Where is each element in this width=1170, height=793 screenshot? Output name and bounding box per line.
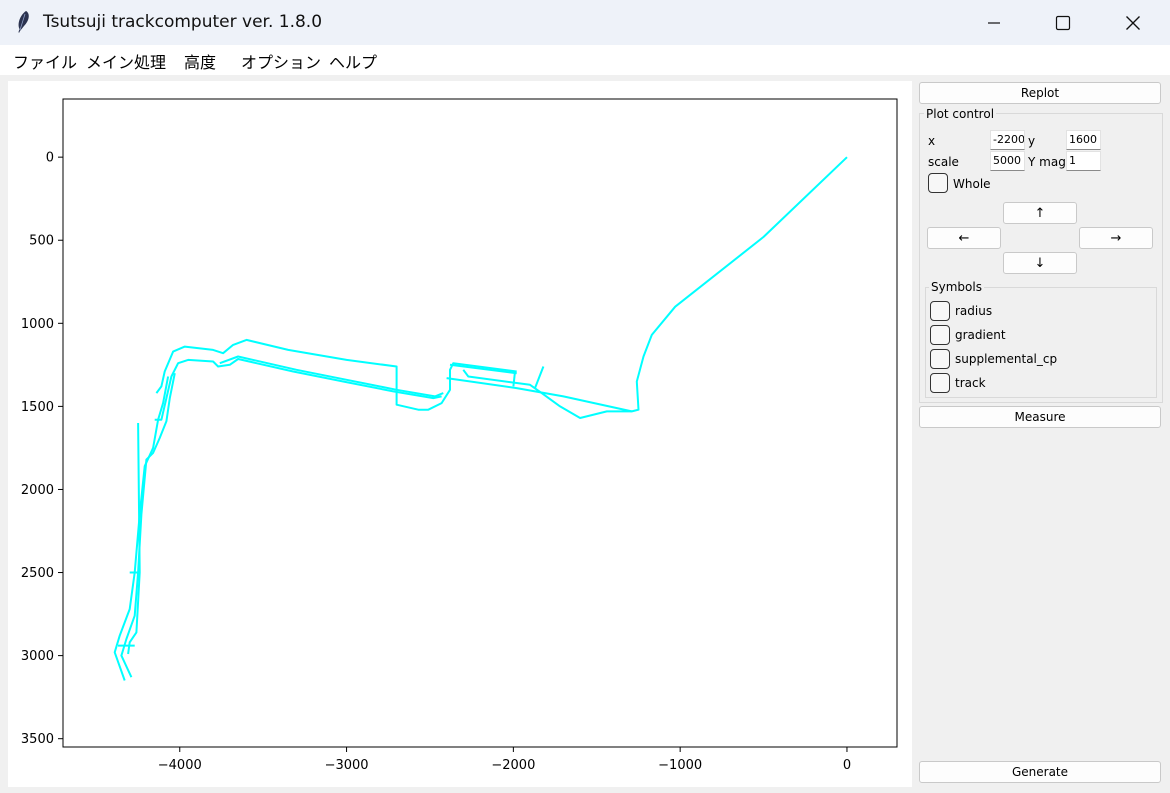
y-tick-label: 500 — [29, 234, 54, 249]
close-button[interactable] — [1105, 0, 1161, 45]
x-axis-ticks: −4000 −3000 −2000 −1000 0 — [158, 747, 851, 773]
x-tick-label: −3000 — [325, 758, 369, 773]
whole-label: Whole — [953, 177, 991, 191]
y-tick-label: 3500 — [21, 732, 54, 747]
x-field[interactable]: -2200 — [990, 130, 1025, 150]
pan-down-button[interactable]: ↓ — [1003, 252, 1077, 274]
y-tick-label: 3000 — [21, 649, 54, 664]
menu-main-process[interactable]: メイン処理 — [86, 49, 166, 73]
measure-button[interactable]: Measure — [919, 406, 1161, 428]
menu-file[interactable]: ファイル — [13, 49, 77, 73]
radius-checkbox[interactable] — [930, 301, 950, 321]
minimize-icon — [988, 21, 1000, 24]
y-tick-label: 2500 — [21, 566, 54, 581]
y-tick-label: 0 — [46, 151, 54, 166]
pan-left-button[interactable]: ← — [927, 227, 1001, 249]
x-tick-label: −4000 — [158, 758, 202, 773]
menu-altitude[interactable]: 高度 — [184, 49, 216, 73]
gradient-checkbox[interactable] — [930, 325, 950, 345]
whole-checkbox[interactable] — [928, 173, 948, 193]
pan-up-button[interactable]: ↑ — [1003, 202, 1077, 224]
plot-axes-frame — [62, 98, 898, 748]
feather-icon — [18, 11, 29, 33]
scale-field[interactable]: 5000 — [990, 151, 1025, 171]
menu-bar: ファイル メイン処理 高度 オプション ヘルプ — [0, 45, 1170, 75]
maximize-icon — [1055, 15, 1071, 30]
client-area: −4000 −3000 −2000 −1000 0 0 500 1000 1500 2000 25… — [0, 75, 1170, 793]
plot-canvas[interactable]: −4000 −3000 −2000 −1000 0 0 500 1000 1500 2000 25… — [8, 81, 912, 787]
radius-label: radius — [955, 304, 993, 318]
x-tick-label: −2000 — [491, 758, 535, 773]
gradient-label: gradient — [955, 328, 1006, 342]
replot-button[interactable]: Replot — [919, 82, 1161, 104]
y-field[interactable]: 1600 — [1066, 130, 1101, 150]
x-tick-label: 0 — [843, 758, 851, 773]
ymag-field[interactable]: 1 — [1066, 151, 1101, 171]
supplemental-cp-checkbox[interactable] — [930, 349, 950, 369]
title-bar: Tsutsuji trackcomputer ver. 1.8.0 — [0, 0, 1170, 45]
y-tick-label: 2000 — [21, 483, 54, 498]
generate-button[interactable]: Generate — [919, 761, 1161, 783]
x-tick-label: −1000 — [658, 758, 702, 773]
track-label: track — [955, 376, 986, 390]
ymag-label: Y mag. — [1028, 155, 1070, 169]
plot-control-label: Plot control — [924, 107, 997, 121]
scale-label: scale — [928, 155, 959, 169]
symbols-label: Symbols — [929, 280, 984, 294]
minimize-button[interactable] — [966, 0, 1022, 45]
track-plot: −4000 −3000 −2000 −1000 0 0 500 1000 1500 2000 25… — [21, 98, 898, 773]
control-panel: Replot Plot control x -2200 y 1600 scale… — [912, 75, 1170, 793]
pan-right-button[interactable]: → — [1079, 227, 1153, 249]
menu-help[interactable]: ヘルプ — [329, 49, 377, 73]
maximize-button[interactable] — [1035, 0, 1091, 45]
track-checkbox[interactable] — [930, 373, 950, 393]
close-icon — [1126, 15, 1140, 30]
window-title: Tsutsuji trackcomputer ver. 1.8.0 — [43, 12, 323, 32]
y-axis-ticks: 0 500 1000 1500 2000 2500 3000 3500 — [21, 151, 63, 747]
menu-options[interactable]: オプション — [241, 49, 321, 73]
y-label: y — [1028, 134, 1036, 148]
y-tick-label: 1500 — [21, 400, 54, 415]
y-tick-label: 1000 — [21, 317, 54, 332]
x-label: x — [928, 134, 936, 148]
supplemental-cp-label: supplemental_cp — [955, 352, 1058, 366]
